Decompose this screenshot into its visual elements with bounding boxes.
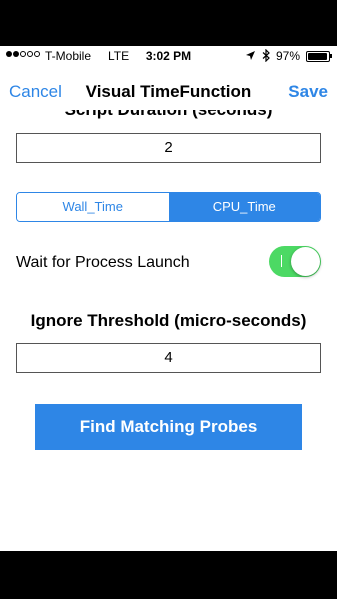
time-mode-segmented-control[interactable]: Wall_Time CPU_Time	[16, 192, 321, 222]
battery-cap	[330, 54, 332, 58]
page-title: Visual TimeFunction	[85, 82, 252, 101]
app-screen: T-Mobile LTE 3:02 PM 97% Cancel Visual T…	[0, 46, 337, 551]
segment-cpu-time[interactable]: CPU_Time	[168, 193, 320, 221]
segment-wall-time[interactable]: Wall_Time	[17, 193, 169, 221]
location-arrow-icon	[245, 50, 256, 64]
ignore-threshold-label: Ignore Threshold (micro-seconds)	[30, 311, 307, 330]
toggle-on-mark	[281, 255, 282, 267]
toggle-knob	[291, 247, 320, 276]
battery-level	[308, 53, 327, 60]
script-duration-label: Script Duration (seconds)	[0, 110, 337, 120]
save-button[interactable]: Save	[288, 82, 328, 102]
battery-icon	[306, 51, 330, 62]
form-scroll-area[interactable]: Script Duration (seconds) 2 Wall_Time CP…	[0, 110, 337, 551]
battery-percent: 97%	[276, 49, 301, 63]
bluetooth-icon	[262, 48, 270, 65]
find-matching-probes-button[interactable]: Find Matching Probes	[35, 404, 302, 450]
navigation-bar: Cancel Visual TimeFunction Save	[0, 66, 337, 110]
status-bar: T-Mobile LTE 3:02 PM 97%	[0, 46, 337, 66]
ignore-threshold-field[interactable]: 4	[16, 343, 321, 373]
wait-for-launch-toggle[interactable]	[269, 246, 321, 277]
script-duration-field[interactable]: 2	[16, 133, 321, 163]
wait-for-launch-label: Wait for Process Launch	[16, 254, 190, 271]
